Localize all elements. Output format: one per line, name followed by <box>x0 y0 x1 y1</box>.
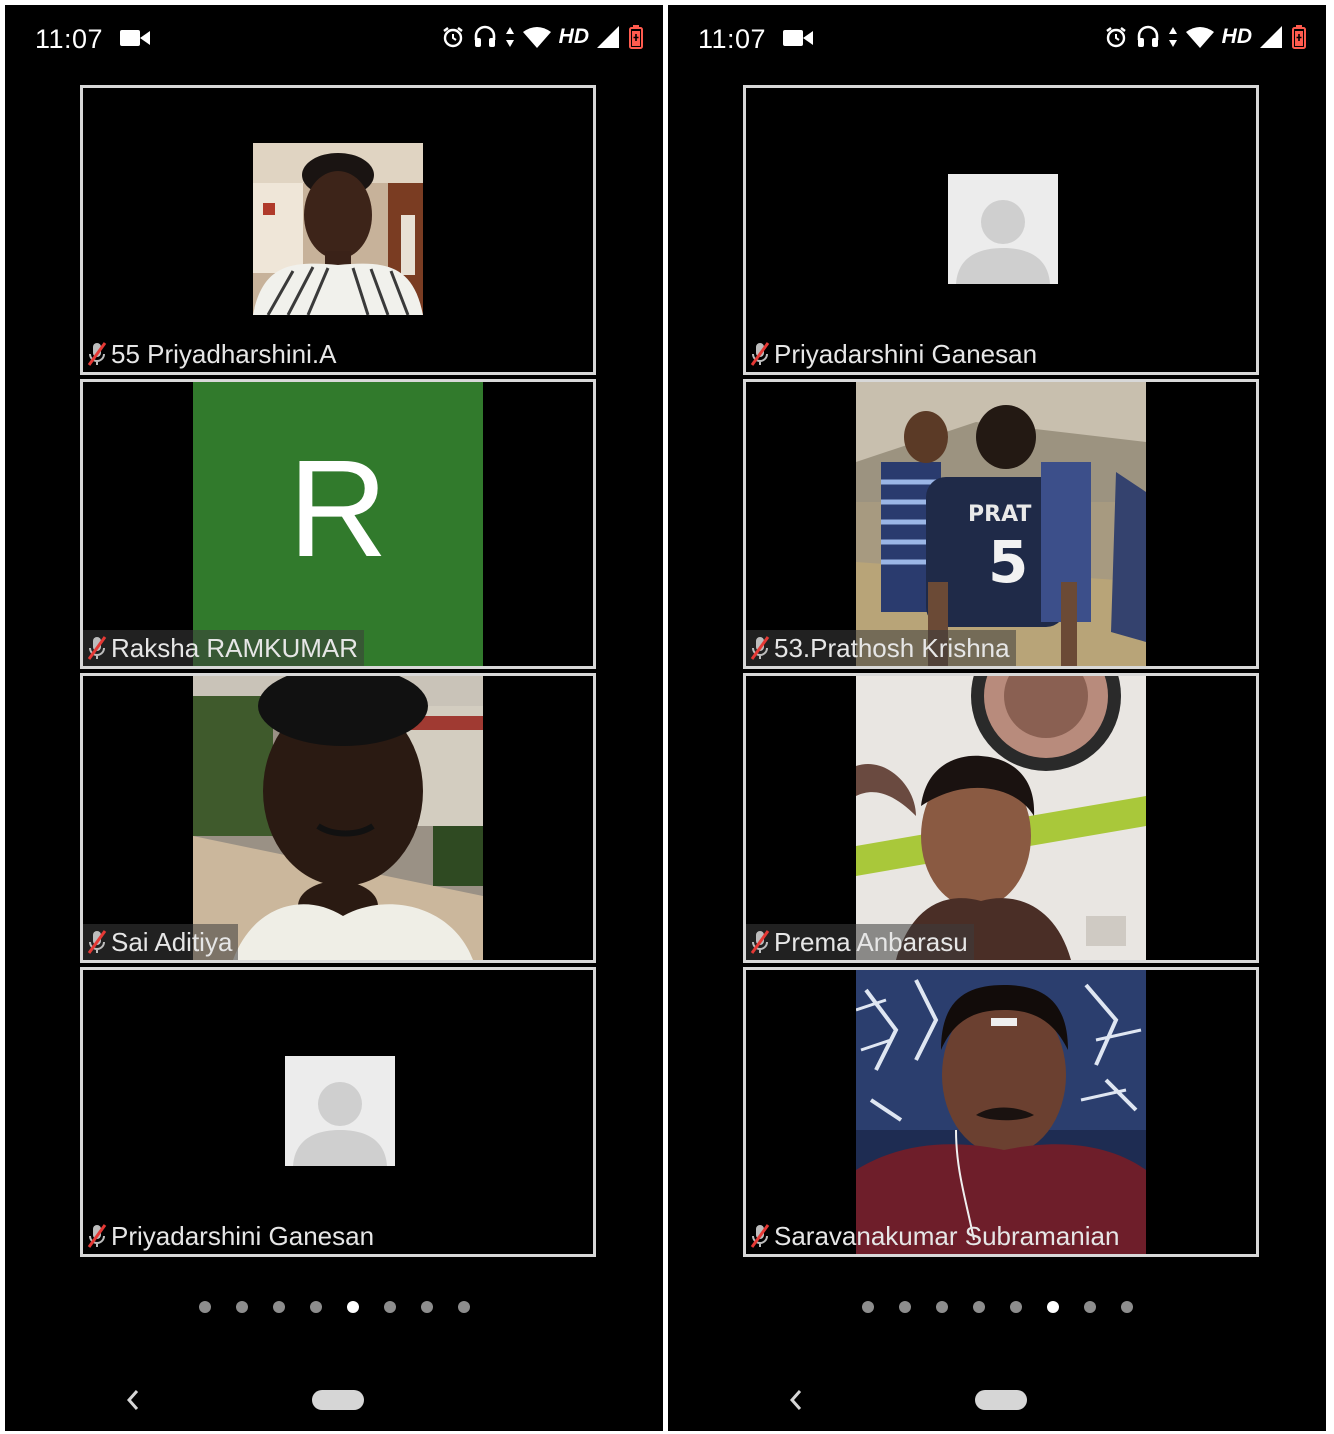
page-indicator <box>668 1301 1326 1313</box>
muted-mic-icon <box>750 636 770 660</box>
participant-name: Saravanakumar Subramanian <box>774 1220 1120 1251</box>
signal-icon <box>597 26 619 48</box>
muted-mic-icon <box>87 342 107 366</box>
participant-name-label: Sai Aditiya <box>83 924 239 960</box>
participant-name-label: Prema Anbarasu <box>746 924 974 960</box>
status-bar: 11:07 HD <box>5 5 663 71</box>
participant-tile[interactable]: Sai Aditiya <box>80 673 596 963</box>
participant-tile[interactable]: Priyadarshini Ganesan <box>80 967 596 1257</box>
network-type: HD <box>1221 25 1252 48</box>
page-dot[interactable] <box>457 1301 470 1313</box>
home-pill-icon[interactable] <box>975 1390 1027 1410</box>
home-pill-icon[interactable] <box>312 1390 364 1410</box>
page-dot[interactable] <box>1120 1301 1133 1313</box>
participant-name-label: Priyadarshini Ganesan <box>746 336 1043 372</box>
muted-mic-icon <box>750 342 770 366</box>
alarm-icon <box>442 27 463 48</box>
participant-name-label: 53.Prathosh Krishna <box>746 630 1016 666</box>
participant-name: Sai Aditiya <box>111 926 233 957</box>
headset-icon <box>1137 25 1158 47</box>
participant-video <box>856 676 1146 960</box>
participant-name: Priyadarshini Ganesan <box>774 338 1038 369</box>
wifi-icon <box>522 27 551 48</box>
participant-name: 55 Priyadharshini.A <box>111 338 337 369</box>
participant-name: Priyadarshini Ganesan <box>111 1220 375 1251</box>
page-dot[interactable] <box>1083 1301 1096 1313</box>
participant-video <box>856 970 1146 1254</box>
muted-mic-icon <box>750 1224 770 1248</box>
navigation-bar <box>5 1375 663 1425</box>
initial-avatar: R <box>193 382 483 666</box>
data-arrows-icon <box>1168 27 1177 47</box>
participant-video <box>253 143 423 315</box>
participant-tile[interactable]: Saravanakumar Subramanian <box>743 967 1259 1257</box>
headset-icon <box>474 25 495 47</box>
participant-tile[interactable]: PRAT 5 53.Prathosh Krishna <box>743 379 1259 669</box>
participant-name-label: 55 Priyadharshini.A <box>83 336 342 372</box>
video-camera-icon <box>783 30 813 46</box>
page-dot[interactable] <box>383 1301 396 1313</box>
battery-icon <box>1292 25 1306 49</box>
video-camera-icon <box>120 30 150 46</box>
page-dot[interactable] <box>272 1301 285 1313</box>
status-time: 11:07 <box>698 24 767 54</box>
muted-mic-icon <box>87 1224 107 1248</box>
wifi-icon <box>1185 27 1214 48</box>
network-type: HD <box>558 25 589 48</box>
status-time: 11:07 <box>35 24 104 54</box>
participant-name: 53.Prathosh Krishna <box>774 632 1010 663</box>
data-arrows-icon <box>505 27 514 47</box>
page-dot[interactable] <box>898 1301 911 1313</box>
participant-tile[interactable]: 55 Priyadharshini.A <box>80 85 596 375</box>
jersey-text: PRAT <box>968 502 1032 527</box>
battery-icon <box>629 25 643 49</box>
muted-mic-icon <box>87 930 107 954</box>
participant-tile[interactable]: Prema Anbarasu <box>743 673 1259 963</box>
page-dot[interactable] <box>1046 1301 1059 1313</box>
jersey-number: 5 <box>988 528 1029 596</box>
back-chevron-icon[interactable] <box>788 1387 804 1413</box>
participant-name: Raksha RAMKUMAR <box>111 632 359 663</box>
muted-mic-icon <box>750 930 770 954</box>
page-dot[interactable] <box>861 1301 874 1313</box>
participant-tile[interactable]: R Raksha RAMKUMAR <box>80 379 596 669</box>
page-dot[interactable] <box>309 1301 322 1313</box>
participant-tile[interactable]: Priyadarshini Ganesan <box>743 85 1259 375</box>
page-dot[interactable] <box>972 1301 985 1313</box>
avatar-initial: R <box>288 432 388 586</box>
page-dot[interactable] <box>420 1301 433 1313</box>
signal-icon <box>1260 26 1282 48</box>
navigation-bar <box>668 1375 1326 1425</box>
page-dot[interactable] <box>346 1301 359 1313</box>
participant-name: Prema Anbarasu <box>774 926 968 957</box>
default-avatar-icon <box>948 174 1058 284</box>
back-chevron-icon[interactable] <box>125 1387 141 1413</box>
participant-video: PRAT 5 <box>856 382 1146 666</box>
status-bar: 11:07 HD <box>668 5 1326 71</box>
participant-name-label: Saravanakumar Subramanian <box>746 1218 1125 1254</box>
default-avatar-icon <box>285 1056 395 1166</box>
participant-name-label: Priyadarshini Ganesan <box>83 1218 380 1254</box>
muted-mic-icon <box>87 636 107 660</box>
page-dot[interactable] <box>1009 1301 1022 1313</box>
participant-name-label: Raksha RAMKUMAR <box>83 630 365 666</box>
phone-screen-left: 11:07 HD 55 Priyadharshini.A R Raksha RA… <box>5 5 663 1431</box>
page-dot[interactable] <box>935 1301 948 1313</box>
alarm-icon <box>1105 27 1126 48</box>
page-indicator <box>5 1301 663 1313</box>
phone-screen-right: 11:07 HD Priyadarshini Ganesan PRAT 5 53… <box>668 5 1326 1431</box>
page-dot[interactable] <box>198 1301 211 1313</box>
page-dot[interactable] <box>235 1301 248 1313</box>
participant-video <box>193 676 483 960</box>
